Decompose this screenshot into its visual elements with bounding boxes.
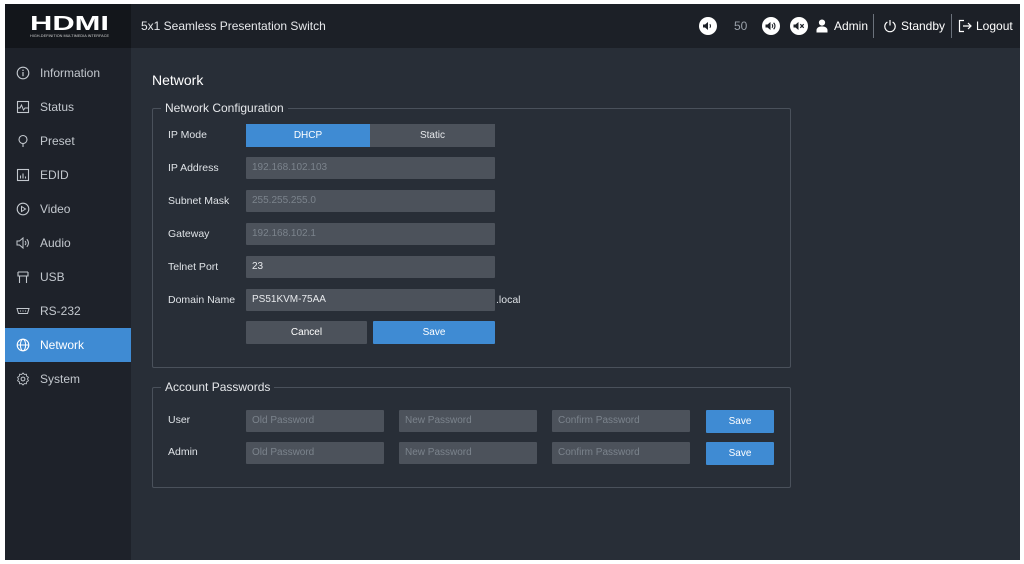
- divider: [951, 14, 952, 38]
- speaker-low-icon: [703, 22, 712, 30]
- app-window: HDMI HIGH-DEFINITION MULTIMEDIA INTERFAC…: [5, 4, 1020, 560]
- user-row-label: User: [168, 414, 191, 426]
- edid-icon: [16, 168, 30, 182]
- sidebar-item-label: Video: [40, 202, 71, 216]
- user-name[interactable]: Admin: [834, 4, 868, 48]
- logo-text: HDMI: [30, 13, 109, 35]
- sidebar-item-label: USB: [40, 270, 65, 284]
- ip-mode-label: IP Mode: [168, 129, 207, 141]
- ip-address-label: IP Address: [168, 162, 219, 174]
- hdmi-logo: HDMI HIGH-DEFINITION MULTIMEDIA INTERFAC…: [30, 13, 110, 38]
- rs232-icon: [16, 308, 30, 314]
- user-save-button[interactable]: Save: [706, 410, 774, 433]
- telnet-port-field[interactable]: 23: [246, 256, 495, 278]
- gear-icon: [17, 372, 29, 386]
- preset-icon: [18, 134, 28, 147]
- logo-subtext: HIGH-DEFINITION MULTIMEDIA INTERFACE: [30, 34, 110, 38]
- network-config-panel: Network Configuration IP Mode DHCP Stati…: [152, 101, 791, 368]
- status-icon: [16, 100, 30, 114]
- sidebar-item-label: Status: [40, 100, 75, 114]
- domain-name-field[interactable]: PS51KVM-75AA: [246, 289, 495, 311]
- logo-area: HDMI HIGH-DEFINITION MULTIMEDIA INTERFAC…: [5, 4, 131, 48]
- account-passwords-panel: Account Passwords User Old Password New …: [152, 380, 791, 488]
- domain-name-label: Domain Name: [168, 294, 236, 306]
- user-confirm-password-input[interactable]: Confirm Password: [552, 410, 690, 432]
- speaker-mute-icon: [793, 22, 805, 30]
- divider: [873, 14, 874, 38]
- page-title: Network: [152, 72, 204, 88]
- logout-label: Logout: [976, 19, 1013, 33]
- sidebar-item-label: EDID: [40, 168, 69, 182]
- sidebar-item-preset[interactable]: Preset: [5, 124, 131, 158]
- sidebar-item-usb[interactable]: USB: [5, 260, 131, 294]
- usb-icon: [17, 271, 29, 283]
- sidebar: Information Status Preset EDID Video Aud…: [5, 48, 131, 560]
- sidebar-item-status[interactable]: Status: [5, 90, 131, 124]
- sidebar-item-edid[interactable]: EDID: [5, 158, 131, 192]
- gateway-label: Gateway: [168, 228, 210, 240]
- domain-suffix: .local: [496, 294, 521, 306]
- globe-icon: [16, 338, 30, 352]
- ip-mode-static-option[interactable]: Static: [370, 124, 495, 147]
- app-title: 5x1 Seamless Presentation Switch: [141, 19, 326, 33]
- power-icon: [884, 20, 896, 33]
- logout-icon: [958, 19, 972, 33]
- user-old-password-input[interactable]: Old Password: [246, 410, 384, 432]
- save-button[interactable]: Save: [373, 321, 495, 344]
- volume-down-button[interactable]: [699, 17, 717, 35]
- logout-button[interactable]: Logout: [954, 4, 1018, 48]
- sidebar-item-label: Network: [40, 338, 85, 352]
- user-icon: [816, 19, 828, 33]
- ip-mode-dhcp-option[interactable]: DHCP: [246, 124, 370, 147]
- volume-up-button[interactable]: [762, 17, 780, 35]
- admin-new-password-input[interactable]: New Password: [399, 442, 537, 464]
- standby-button[interactable]: Standby: [879, 4, 949, 48]
- sidebar-item-label: RS-232: [40, 304, 81, 318]
- ip-address-field[interactable]: 192.168.102.103: [246, 157, 495, 179]
- account-passwords-legend: Account Passwords: [161, 380, 275, 394]
- subnet-mask-label: Subnet Mask: [168, 195, 230, 207]
- sidebar-item-audio[interactable]: Audio: [5, 226, 131, 260]
- info-icon: [16, 66, 30, 80]
- telnet-port-label: Telnet Port: [168, 261, 219, 273]
- volume-value: 50: [734, 19, 748, 33]
- admin-old-password-input[interactable]: Old Password: [246, 442, 384, 464]
- subnet-mask-field[interactable]: 255.255.255.0: [246, 190, 495, 212]
- sidebar-item-label: Preset: [40, 134, 75, 148]
- mute-button[interactable]: [790, 17, 808, 35]
- sidebar-item-label: Audio: [40, 236, 71, 250]
- standby-label: Standby: [901, 19, 946, 33]
- admin-row-label: Admin: [168, 446, 198, 458]
- sidebar-item-video[interactable]: Video: [5, 192, 131, 226]
- cancel-button[interactable]: Cancel: [246, 321, 367, 344]
- sidebar-item-network[interactable]: Network: [5, 328, 131, 362]
- sidebar-item-system[interactable]: System: [5, 362, 131, 396]
- admin-save-button[interactable]: Save: [706, 442, 774, 465]
- user-new-password-input[interactable]: New Password: [399, 410, 537, 432]
- sidebar-item-information[interactable]: Information: [5, 56, 131, 90]
- sidebar-item-label: Information: [40, 66, 101, 80]
- network-config-legend: Network Configuration: [161, 101, 288, 115]
- audio-icon: [16, 236, 29, 250]
- sidebar-item-rs-232[interactable]: RS-232: [5, 294, 131, 328]
- video-icon: [16, 202, 30, 216]
- sidebar-item-label: System: [40, 372, 81, 386]
- admin-confirm-password-input[interactable]: Confirm Password: [552, 442, 690, 464]
- gateway-field[interactable]: 192.168.102.1: [246, 223, 495, 245]
- speaker-high-icon: [765, 22, 776, 30]
- top-bar: HDMI HIGH-DEFINITION MULTIMEDIA INTERFAC…: [5, 4, 1020, 48]
